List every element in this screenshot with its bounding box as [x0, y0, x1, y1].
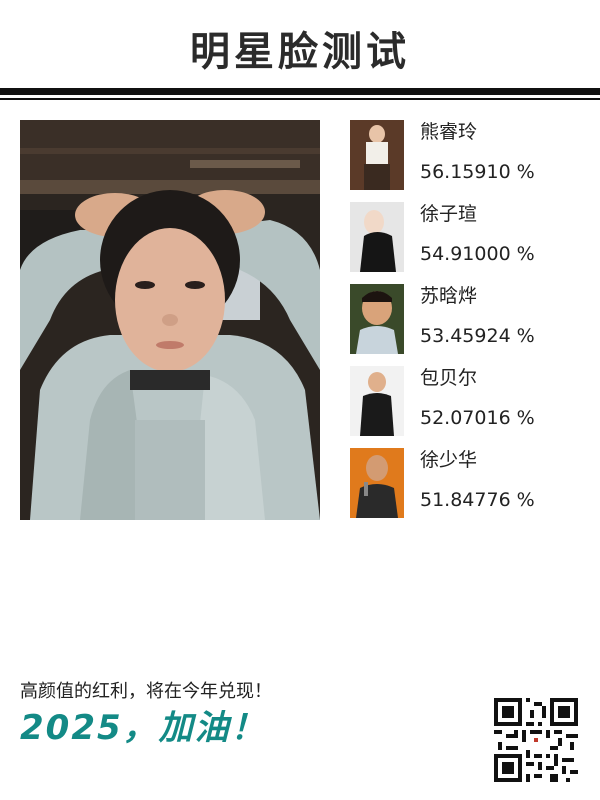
match-name: 徐少华 [420, 449, 478, 471]
match-item[interactable]: 熊睿玲 56.15910 % [350, 120, 590, 192]
match-name: 苏晗烨 [420, 285, 478, 307]
match-score-value: 51.84776 [420, 489, 511, 511]
match-thumbnail [350, 448, 404, 518]
match-score-unit: % [516, 407, 535, 429]
header-divider-thick [0, 88, 600, 95]
match-score-unit: % [516, 489, 535, 511]
match-thumbnail [350, 284, 404, 354]
match-score-value: 54.91000 [420, 243, 511, 265]
header-divider-thin [0, 98, 600, 100]
match-item[interactable]: 徐子瑄 54.91000 % [350, 202, 590, 274]
match-score: 53.45924 % [420, 324, 535, 348]
match-thumbnail [350, 120, 404, 190]
match-score-value: 56.15910 [420, 161, 511, 183]
match-score-unit: % [516, 325, 535, 347]
match-name: 包贝尔 [420, 367, 478, 389]
slogan-text: 高颜值的红利，将在今年兑现！ [20, 681, 272, 702]
match-thumbnail [350, 366, 404, 436]
match-item[interactable]: 徐少华 51.84776 % [350, 448, 590, 520]
match-score-unit: % [516, 243, 535, 265]
match-name: 熊睿玲 [420, 121, 478, 143]
qr-code [494, 698, 578, 782]
cheer-text: 2025，加油！ [20, 708, 267, 748]
page-title: 明星脸测试 [190, 29, 410, 75]
match-score-value: 52.07016 [420, 407, 511, 429]
match-score: 51.84776 % [420, 488, 535, 512]
match-score-value: 53.45924 [420, 325, 511, 347]
match-score: 52.07016 % [420, 406, 535, 430]
match-name: 徐子瑄 [420, 203, 478, 225]
match-thumbnail [350, 202, 404, 272]
match-score: 54.91000 % [420, 242, 535, 266]
match-score-unit: % [516, 161, 535, 183]
match-item[interactable]: 苏晗烨 53.45924 % [350, 284, 590, 356]
match-score: 56.15910 % [420, 160, 535, 184]
match-item[interactable]: 包贝尔 52.07016 % [350, 366, 590, 438]
user-photo [20, 120, 320, 520]
